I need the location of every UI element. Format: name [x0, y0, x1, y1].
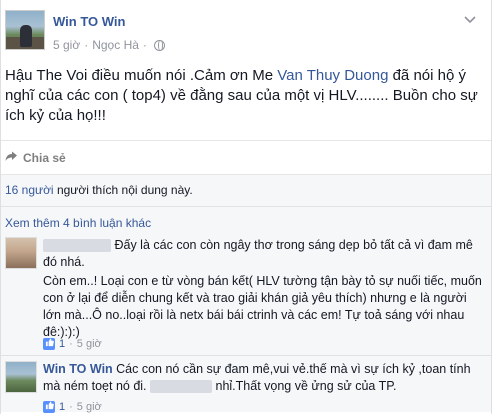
thumbs-up-icon — [43, 338, 55, 350]
likes-summary: 16 người người thích nội dung này. — [5, 183, 193, 197]
post-header: Win TO Win 5 giờ · Ngọc Hà · — [1, 0, 491, 62]
post-time[interactable]: 5 giờ — [53, 38, 80, 52]
view-more-comments-link[interactable]: Xem thêm 4 bình luận khác — [5, 216, 151, 230]
author-name[interactable]: Win TO Win — [53, 14, 125, 29]
redacted-mention — [150, 380, 213, 394]
action-bar: Chia sẻ — [1, 140, 491, 174]
comment-body: Đấy là các con còn ngây thơ trong sáng d… — [43, 237, 483, 341]
dot-separator: · — [69, 338, 73, 350]
post-card: Win TO Win 5 giờ · Ngọc Hà · Hậu The Voi… — [0, 0, 492, 414]
comment-time[interactable]: 5 giờ — [77, 338, 102, 350]
comment-text-2: Còn em..! Loại con e từ vòng bán kết( HL… — [43, 274, 482, 339]
likes-text: người thích nội dung này. — [53, 183, 193, 197]
comment-like-count[interactable]: 1 — [59, 401, 65, 413]
comment-body: Win TO Win Các con nó cần sự đam mê,vui … — [43, 361, 483, 395]
feedback-section: 16 người người thích nội dung này. Xem t… — [1, 174, 491, 413]
divider — [1, 355, 491, 356]
thumbs-up-icon — [43, 401, 55, 413]
comment-actions: 1 · 5 giờ — [43, 338, 102, 350]
meta-separator: · — [84, 38, 89, 52]
comment-text-2: nhỉ.Thất vọng về ửng sử của TP. — [215, 379, 397, 393]
post-meta: 5 giờ · Ngọc Hà · — [53, 38, 165, 52]
divider — [1, 206, 491, 207]
comment-author[interactable]: Win TO Win — [43, 362, 113, 376]
post-location[interactable]: Ngọc Hà — [92, 38, 139, 52]
share-label: Chia sẻ — [23, 150, 66, 165]
post-mention[interactable]: Van Thuy Duong — [277, 67, 388, 84]
comment-avatar[interactable] — [5, 237, 37, 269]
dot-separator: · — [69, 401, 73, 413]
likes-count[interactable]: 16 người — [5, 183, 54, 197]
comment-actions: 1 · 5 giờ — [43, 401, 102, 413]
redacted-name — [43, 239, 111, 253]
share-button[interactable]: Chia sẻ — [5, 150, 66, 165]
meta-separator-2: · — [142, 38, 147, 52]
post-text-part1: Hậu The Voi điều muốn nói .Cảm ơn Me — [5, 67, 278, 84]
comment-avatar[interactable] — [5, 361, 37, 393]
globe-icon[interactable] — [153, 39, 165, 51]
avatar-person — [20, 25, 32, 47]
comment-like-count[interactable]: 1 — [59, 338, 65, 350]
author-avatar[interactable] — [5, 10, 45, 50]
comment-time[interactable]: 5 giờ — [77, 401, 102, 413]
post-body: Hậu The Voi điều muốn nói .Cảm ơn Me Van… — [5, 66, 487, 126]
share-arrow-icon — [5, 150, 18, 165]
chevron-down-icon[interactable] — [461, 10, 479, 28]
